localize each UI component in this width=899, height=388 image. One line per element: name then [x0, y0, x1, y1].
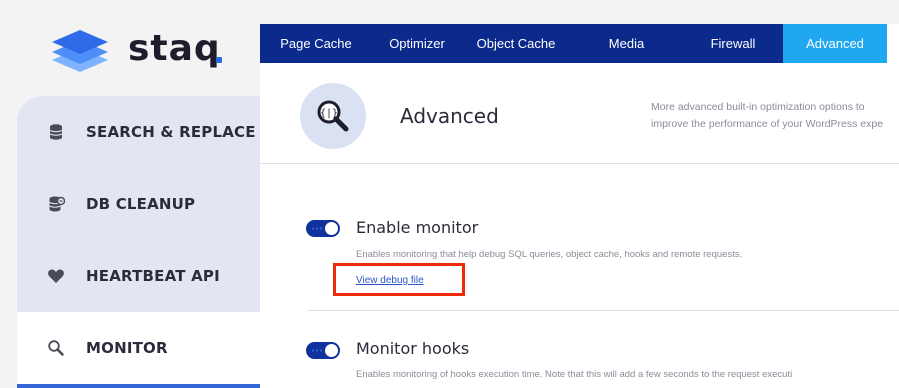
- toggle-knob: [325, 222, 338, 235]
- toggle-dots: [311, 349, 323, 352]
- enable-monitor-title: Enable monitor: [356, 218, 479, 237]
- staq-logo-icon: [52, 30, 108, 72]
- tab-object-cache[interactable]: Object Cache: [462, 24, 570, 63]
- code-search-icon: {|}: [317, 100, 349, 132]
- header-icon-badge: {|}: [300, 83, 366, 149]
- monitor-hooks-toggle[interactable]: [306, 342, 340, 359]
- main-panel: {|} Advanced More advanced built-in opti…: [260, 63, 899, 388]
- top-nav: Page Cache Optimizer Object Cache Media …: [260, 24, 899, 63]
- enable-monitor-description: Enables monitoring that help debug SQL q…: [356, 249, 743, 260]
- nav-edge: [887, 24, 899, 63]
- view-debug-file-link[interactable]: View debug file: [356, 275, 424, 286]
- description-line: improve the performance of your WordPres…: [651, 118, 884, 130]
- tab-advanced[interactable]: Advanced: [783, 24, 887, 63]
- database-icon: [49, 124, 63, 140]
- sidebar-item-monitor[interactable]: MONITOR: [17, 312, 260, 384]
- enable-monitor-toggle[interactable]: [306, 220, 340, 237]
- sidebar-item-search-replace[interactable]: SEARCH & REPLACE: [17, 96, 260, 168]
- database-clean-icon: [49, 196, 65, 212]
- toggle-knob: [325, 344, 338, 357]
- setting-divider: [308, 310, 899, 311]
- monitor-hooks-description: Enables monitoring of hooks execution ti…: [356, 369, 793, 380]
- heart-icon: [48, 269, 64, 283]
- active-indicator: [17, 384, 260, 388]
- sidebar-item-label: HEARTBEAT API: [86, 267, 220, 285]
- staq-logo[interactable]: staq: [50, 26, 240, 78]
- sidebar-item-label: MONITOR: [86, 339, 168, 357]
- sidebar-item-heartbeat-api[interactable]: HEARTBEAT API: [17, 240, 260, 312]
- tab-optimizer[interactable]: Optimizer: [372, 24, 462, 63]
- magnifier-icon: [48, 340, 64, 356]
- toggle-dots: [311, 227, 323, 230]
- description-line: More advanced built-in optimization opti…: [651, 101, 865, 113]
- sidebar: SEARCH & REPLACE DB CLEANUP HEARTBEAT AP…: [17, 96, 260, 388]
- page-description: More advanced built-in optimization opti…: [651, 99, 899, 133]
- tab-page-cache[interactable]: Page Cache: [260, 24, 372, 63]
- tab-firewall[interactable]: Firewall: [683, 24, 783, 63]
- sidebar-item-db-cleanup[interactable]: DB CLEANUP: [17, 168, 260, 240]
- header-divider: [260, 163, 899, 164]
- monitor-hooks-title: Monitor hooks: [356, 339, 470, 358]
- sidebar-item-label: SEARCH & REPLACE: [86, 123, 256, 141]
- logo-wordmark: staq: [128, 28, 221, 69]
- svg-text:{|}: {|}: [320, 108, 338, 119]
- sidebar-item-label: DB CLEANUP: [86, 195, 196, 213]
- logo-dot: [216, 57, 222, 63]
- page-title: Advanced: [400, 104, 499, 128]
- tab-media[interactable]: Media: [570, 24, 683, 63]
